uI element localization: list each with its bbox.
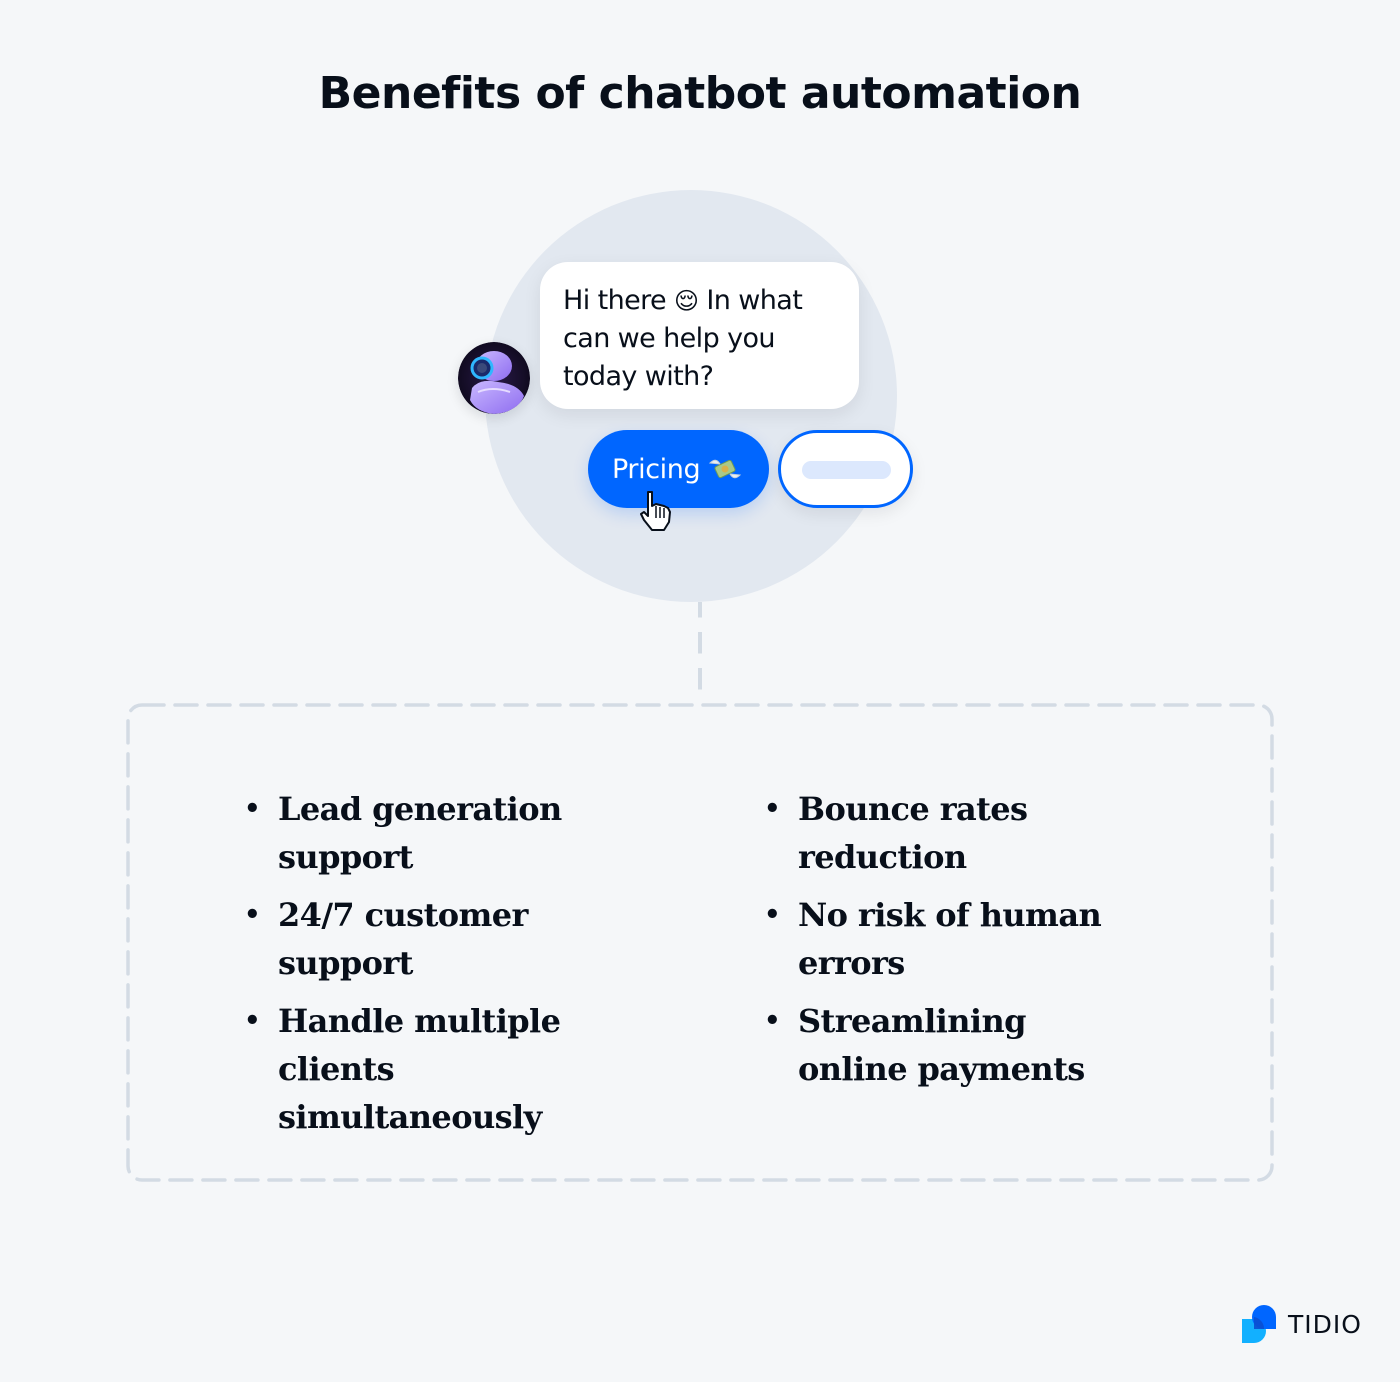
benefit-item: • Lead generation support xyxy=(244,785,658,881)
tidio-wordmark: TIDIO xyxy=(1288,1309,1362,1339)
pricing-quick-reply-button[interactable]: Pricing xyxy=(588,430,769,508)
bot-message-bubble: Hi there 😌 In what can we help you today… xyxy=(540,262,859,409)
bullet: • xyxy=(244,900,261,930)
benefit-item: • Bounce rates reduction xyxy=(764,785,1178,881)
benefit-item: • Streamlining online payments xyxy=(764,997,1138,1093)
bot-message-line-3: today with? xyxy=(563,361,714,392)
benefit-text: Handle multiple clients simultaneously xyxy=(278,1002,561,1136)
benefit-item: • No risk of human errors xyxy=(764,891,1178,987)
benefits-container: • Lead generation support • 24/7 custome… xyxy=(126,703,1274,1182)
money-with-wings-icon xyxy=(708,455,742,483)
benefit-text: No risk of human errors xyxy=(798,896,1102,982)
relieved-face-icon: 😌 xyxy=(674,287,699,315)
bot-message-line-1: Hi there 😌 In what xyxy=(563,285,803,316)
benefit-text: Bounce rates reduction xyxy=(798,790,1028,876)
dashed-connector-line xyxy=(698,602,702,704)
page-title: Benefits of chatbot automation xyxy=(318,68,1082,119)
pointer-hand-cursor-icon xyxy=(638,488,678,534)
bot-message-line-2: can we help you xyxy=(563,323,776,354)
benefit-item: • Handle multiple clients simultaneously xyxy=(244,997,658,1141)
bullet: • xyxy=(764,900,781,930)
bullet: • xyxy=(764,1006,781,1036)
tidio-logo: TIDIO xyxy=(1240,1305,1362,1343)
quick-reply-placeholder xyxy=(802,461,891,479)
bullet: • xyxy=(244,1006,261,1036)
pricing-button-label: Pricing xyxy=(612,453,701,485)
benefit-text: Streamlining online payments xyxy=(798,1002,1085,1088)
bullet: • xyxy=(764,794,781,824)
benefit-text: 24/7 customer support xyxy=(278,896,528,982)
benefit-item: • 24/7 customer support xyxy=(244,891,658,987)
benefits-list: • Lead generation support • 24/7 custome… xyxy=(126,703,1274,1182)
secondary-quick-reply-button[interactable] xyxy=(778,430,913,508)
robot-avatar-icon xyxy=(458,342,530,414)
bullet: • xyxy=(244,794,261,824)
benefit-text: Lead generation support xyxy=(278,790,562,876)
tidio-logo-icon xyxy=(1240,1305,1280,1343)
